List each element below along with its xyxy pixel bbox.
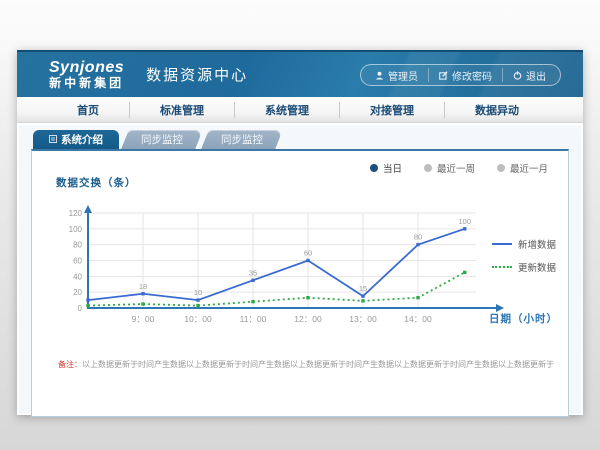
svg-text:60: 60 [73,257,82,266]
tab-label: 系统介绍 [61,132,103,147]
app-window: Synjones 新中新集团 数据资源中心 管理员 修改密码 退出 [17,50,583,415]
main-nav: 首页 标准管理 系统管理 对接管理 数据异动 [17,97,583,123]
radio-dot [370,164,378,172]
filter-today[interactable]: 当日 [370,161,402,175]
radio-dot [424,164,432,172]
admin-user-label: 管理员 [388,68,418,83]
logo-text-en: Synjones [49,60,124,77]
svg-text:15: 15 [359,284,367,293]
time-range-filter: 当日 最近一周 最近一月 [370,161,548,175]
document-icon [49,134,57,146]
filter-label: 最近一周 [437,161,475,175]
svg-text:80: 80 [73,241,82,250]
svg-text:100: 100 [69,225,83,234]
tab-bar: 系统介绍 同步监控 同步监控 [33,130,569,149]
header: Synjones 新中新集团 数据资源中心 管理员 修改密码 退出 [17,50,583,97]
tab-system-intro[interactable]: 系统介绍 [33,130,119,149]
svg-text:10：00: 10：00 [184,314,212,324]
user-menu: 管理员 修改密码 退出 [360,64,561,86]
svg-text:13：00: 13：00 [349,314,377,324]
logout-label: 退出 [526,68,546,83]
svg-text:18: 18 [139,282,147,291]
change-password-label: 修改密码 [452,68,492,83]
content-area: 系统介绍 同步监控 同步监控 当日 最近一周 [19,125,581,413]
tab-label: 同步监控 [221,132,263,147]
logout-button[interactable]: 退出 [502,68,556,82]
filter-label: 最近一月 [510,161,548,175]
footnote: 备注：以上数据更新于时间产生数据以上数据更新于时间产生数据以上数据更新于时间产生… [58,359,554,370]
nav-item-home[interactable]: 首页 [47,102,129,118]
svg-text:80: 80 [414,233,422,242]
svg-text:14：00: 14：00 [404,314,432,324]
svg-text:60: 60 [304,249,312,258]
svg-text:120: 120 [69,209,83,218]
legend-new-data: 新增数据 [492,237,556,251]
legend-label: 更新数据 [518,260,556,274]
filter-last-month[interactable]: 最近一月 [497,161,548,175]
solid-line-swatch [492,243,512,245]
nav-item-standard-mgmt[interactable]: 标准管理 [129,102,234,118]
svg-text:35: 35 [249,268,257,277]
tab-sync-monitor-1[interactable]: 同步监控 [125,130,199,149]
line-chart: 0 20 40 60 80 100 120 9：00 10：00 11：00 12：00 13：00 1… [48,187,528,337]
nav-item-interface-mgmt[interactable]: 对接管理 [339,102,444,118]
page-title: 数据资源中心 [146,64,248,85]
radio-dot [497,164,505,172]
chart-legend: 新增数据 更新数据 [492,237,556,274]
x-axis-title: 日期（小时） [489,311,558,326]
logo-text-cn: 新中新集团 [49,77,124,90]
filter-label: 当日 [383,161,402,175]
svg-text:100: 100 [458,217,471,226]
legend-updated-data: 更新数据 [492,260,556,274]
admin-user-button[interactable]: 管理员 [365,68,428,82]
tab-label: 同步监控 [141,132,183,147]
power-icon [513,71,522,80]
svg-text:11：00: 11：00 [240,314,267,324]
footnote-text: 以上数据更新于时间产生数据以上数据更新于时间产生数据以上数据更新于时间产生数据以… [82,360,554,369]
svg-text:10: 10 [194,288,202,297]
tab-sync-monitor-2[interactable]: 同步监控 [205,130,279,149]
filter-last-week[interactable]: 最近一周 [424,161,475,175]
edit-icon [439,71,448,80]
user-icon [375,71,384,80]
svg-text:20: 20 [73,288,82,297]
dotted-line-swatch [492,266,512,268]
svg-text:12：00: 12：00 [294,314,322,324]
svg-text:9：00: 9：00 [132,314,155,324]
legend-label: 新增数据 [518,237,556,251]
svg-text:0: 0 [78,304,83,313]
company-logo: Synjones 新中新集团 [49,60,124,89]
nav-item-system-mgmt[interactable]: 系统管理 [234,102,339,118]
change-password-button[interactable]: 修改密码 [428,68,502,82]
svg-text:40: 40 [73,272,82,281]
chart-panel: 当日 最近一周 最近一月 数据交换（条） 0204060801001209：00… [31,149,569,417]
footnote-tag: 备注： [58,360,82,369]
nav-item-data-change[interactable]: 数据异动 [444,102,549,118]
